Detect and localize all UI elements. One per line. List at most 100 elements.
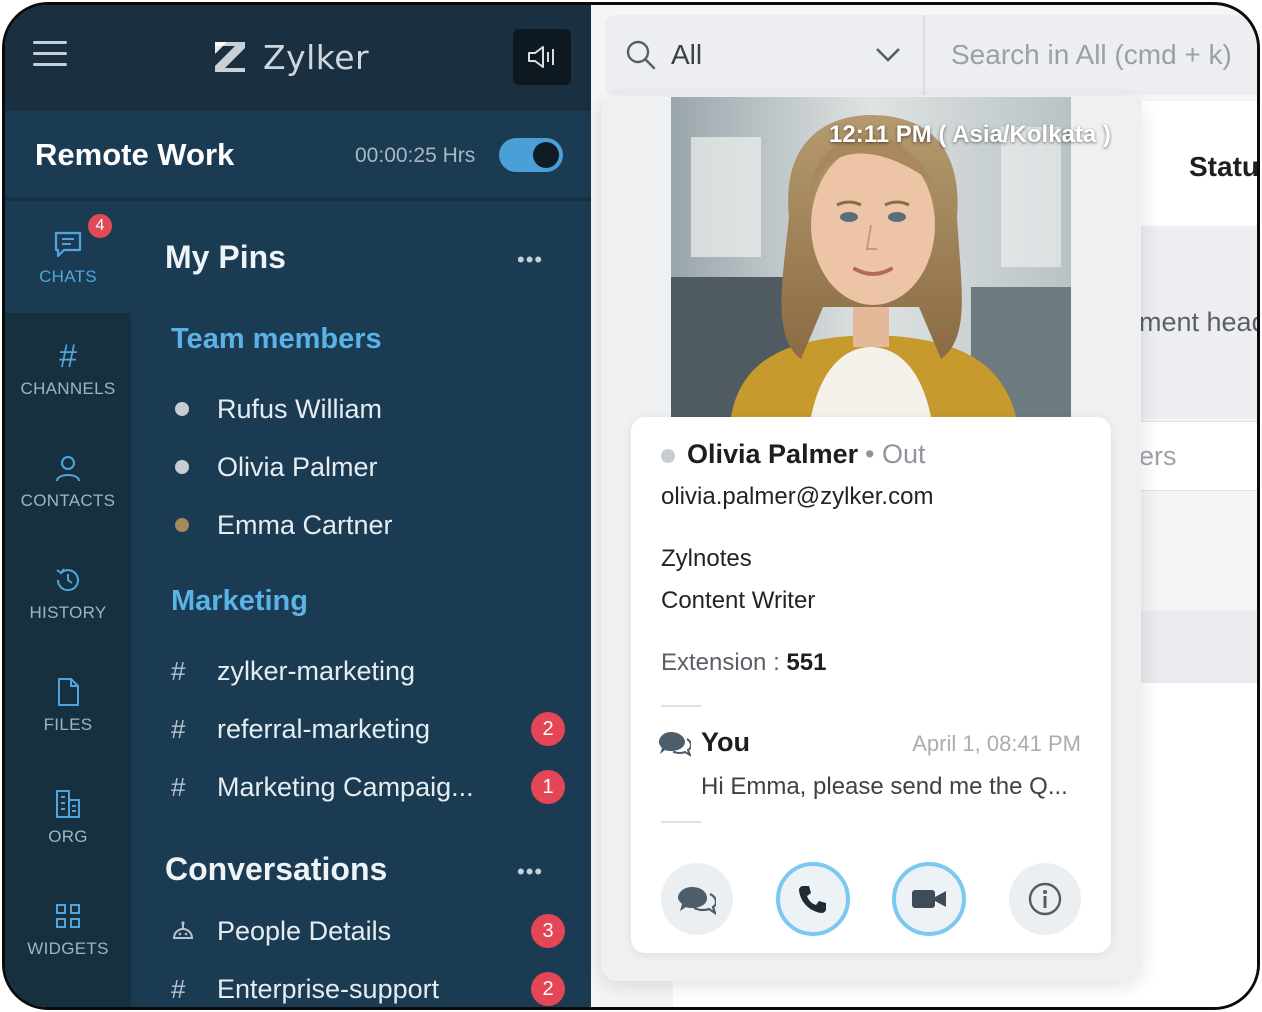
zylker-logo-icon — [213, 40, 247, 74]
search-bar: All — [605, 15, 1257, 95]
hash-icon: # — [171, 713, 186, 744]
timer-toggle[interactable] — [499, 138, 563, 172]
user-name: Rufus William — [217, 393, 383, 424]
content-fragment: ment head — [1139, 307, 1260, 337]
channel-name: zylker-marketing — [217, 655, 416, 686]
presence-dot — [175, 402, 189, 416]
divider — [661, 821, 701, 823]
top-bar: Zylker — [5, 5, 591, 109]
pinned-user-olivia[interactable]: Olivia Palmer — [171, 445, 571, 489]
sidebar: Zylker Remote Work 00:00:25 Hrs CHATS 4 … — [5, 5, 591, 1007]
speaker-icon — [528, 46, 554, 68]
workspace-bar: Remote Work 00:00:25 Hrs — [5, 111, 591, 197]
hash-icon: # — [59, 337, 77, 374]
toggle-knob — [533, 142, 559, 168]
contact-extension: Extension : 551 — [661, 649, 826, 677]
my-pins-title: My Pins — [165, 239, 286, 275]
message-preview[interactable]: Hi Emma, please send me the Q... — [701, 773, 1081, 801]
chat-icon — [678, 887, 716, 915]
presence-dot — [661, 449, 675, 463]
hash-icon: # — [171, 973, 186, 1004]
workspace-title: Remote Work — [35, 137, 235, 172]
pinned-user-emma[interactable]: Emma Cartner — [171, 503, 571, 547]
call-button[interactable] — [776, 862, 850, 936]
conversations-more-button[interactable]: ••• — [517, 859, 543, 885]
search-scope-select[interactable]: All — [671, 39, 702, 71]
nav-chats[interactable]: CHATS 4 — [5, 201, 131, 313]
grid-icon — [51, 899, 85, 933]
nav-label: ORG — [48, 827, 88, 846]
nav-label: CHATS — [39, 267, 97, 286]
menu-icon[interactable] — [33, 41, 67, 67]
bot-icon — [171, 920, 217, 942]
video-icon — [912, 890, 946, 908]
contact-role: Content Writer — [661, 587, 816, 614]
conversations-title: Conversations — [165, 851, 388, 887]
extension-number: 551 — [786, 649, 827, 676]
unread-badge: 1 — [531, 770, 565, 804]
nav-label: WIDGETS — [27, 939, 109, 958]
contact-company: Zylnotes — [661, 545, 752, 572]
building-icon — [51, 787, 85, 821]
nav-label: CHANNELS — [20, 379, 116, 398]
nav-history[interactable]: HISTORY — [5, 537, 131, 649]
nav-contacts[interactable]: CONTACTS — [5, 425, 131, 537]
nav-files[interactable]: FILES — [5, 649, 131, 761]
chat-icon — [51, 227, 85, 261]
file-icon — [51, 675, 85, 709]
unread-badge: 2 — [531, 972, 565, 1006]
person-icon — [51, 451, 85, 485]
nav-widgets[interactable]: WIDGETS — [5, 873, 131, 985]
content-row — [1141, 611, 1257, 683]
channel-zylker-marketing[interactable]: # zylker-marketing — [171, 649, 571, 693]
pins-panel: My Pins ••• Team members Rufus William O… — [131, 201, 591, 1007]
contact-card: Olivia Palmer • Out olivia.palmer@zylker… — [631, 417, 1111, 953]
contact-name: Olivia Palmer — [687, 439, 859, 469]
divider — [661, 705, 701, 707]
chats-badge: 4 — [85, 211, 115, 241]
contact-status: • Out — [865, 439, 926, 469]
work-timer: 00:00:25 Hrs — [355, 144, 476, 167]
presence-dot — [175, 518, 189, 532]
nav-label: CONTACTS — [20, 491, 116, 510]
nav-channels[interactable]: # CHANNELS — [5, 313, 131, 425]
conversation-name: People Details — [217, 915, 392, 946]
search-icon — [625, 39, 657, 76]
video-call-button[interactable] — [892, 862, 966, 936]
user-name: Emma Cartner — [217, 509, 393, 540]
app-window: Zylker Remote Work 00:00:25 Hrs CHATS 4 … — [2, 2, 1260, 1010]
nav-label: HISTORY — [29, 603, 107, 622]
pinned-user-rufus[interactable]: Rufus William — [171, 387, 571, 431]
marketing-group[interactable]: Marketing — [171, 585, 308, 618]
info-button[interactable] — [1009, 863, 1081, 935]
chat-button[interactable] — [661, 863, 733, 935]
info-icon — [1028, 882, 1062, 916]
presence-dot — [175, 460, 189, 474]
message-date: April 1, 08:41 PM — [912, 731, 1081, 756]
user-name: Olivia Palmer — [217, 451, 378, 482]
nav-rail: CHATS 4 # CHANNELS CONTACTS HISTORY FILE… — [5, 201, 131, 1007]
channel-referral-marketing[interactable]: # referral-marketing 2 — [171, 707, 571, 751]
message-sender: You — [701, 727, 750, 757]
channel-name: referral-marketing — [217, 713, 431, 744]
speaker-button[interactable] — [513, 29, 571, 85]
hash-icon: # — [171, 771, 186, 802]
divider — [923, 15, 925, 95]
history-icon — [51, 563, 85, 597]
hash-icon: # — [171, 655, 186, 686]
pins-more-button[interactable]: ••• — [517, 247, 543, 273]
search-input[interactable] — [951, 35, 1257, 75]
team-members-group[interactable]: Team members — [171, 323, 382, 356]
chevron-down-icon[interactable] — [875, 47, 901, 68]
content-fragment: ers — [1139, 441, 1177, 471]
conversation-enterprise-support[interactable]: # Enterprise-support 2 — [171, 967, 571, 1007]
conversation-people-details[interactable]: People Details 3 — [171, 909, 571, 953]
message-bubbles-icon — [659, 729, 693, 762]
channel-marketing-campaign[interactable]: # Marketing Campaig... 1 — [171, 765, 571, 809]
local-time: 12:11 PM ( Asia/Kolkata ) — [829, 121, 1111, 148]
brand-logo: Zylker — [213, 33, 369, 81]
nav-org[interactable]: ORG — [5, 761, 131, 873]
channel-name: Marketing Campaig... — [217, 771, 474, 802]
contact-email[interactable]: olivia.palmer@zylker.com — [661, 483, 933, 511]
unread-badge: 2 — [531, 712, 565, 746]
